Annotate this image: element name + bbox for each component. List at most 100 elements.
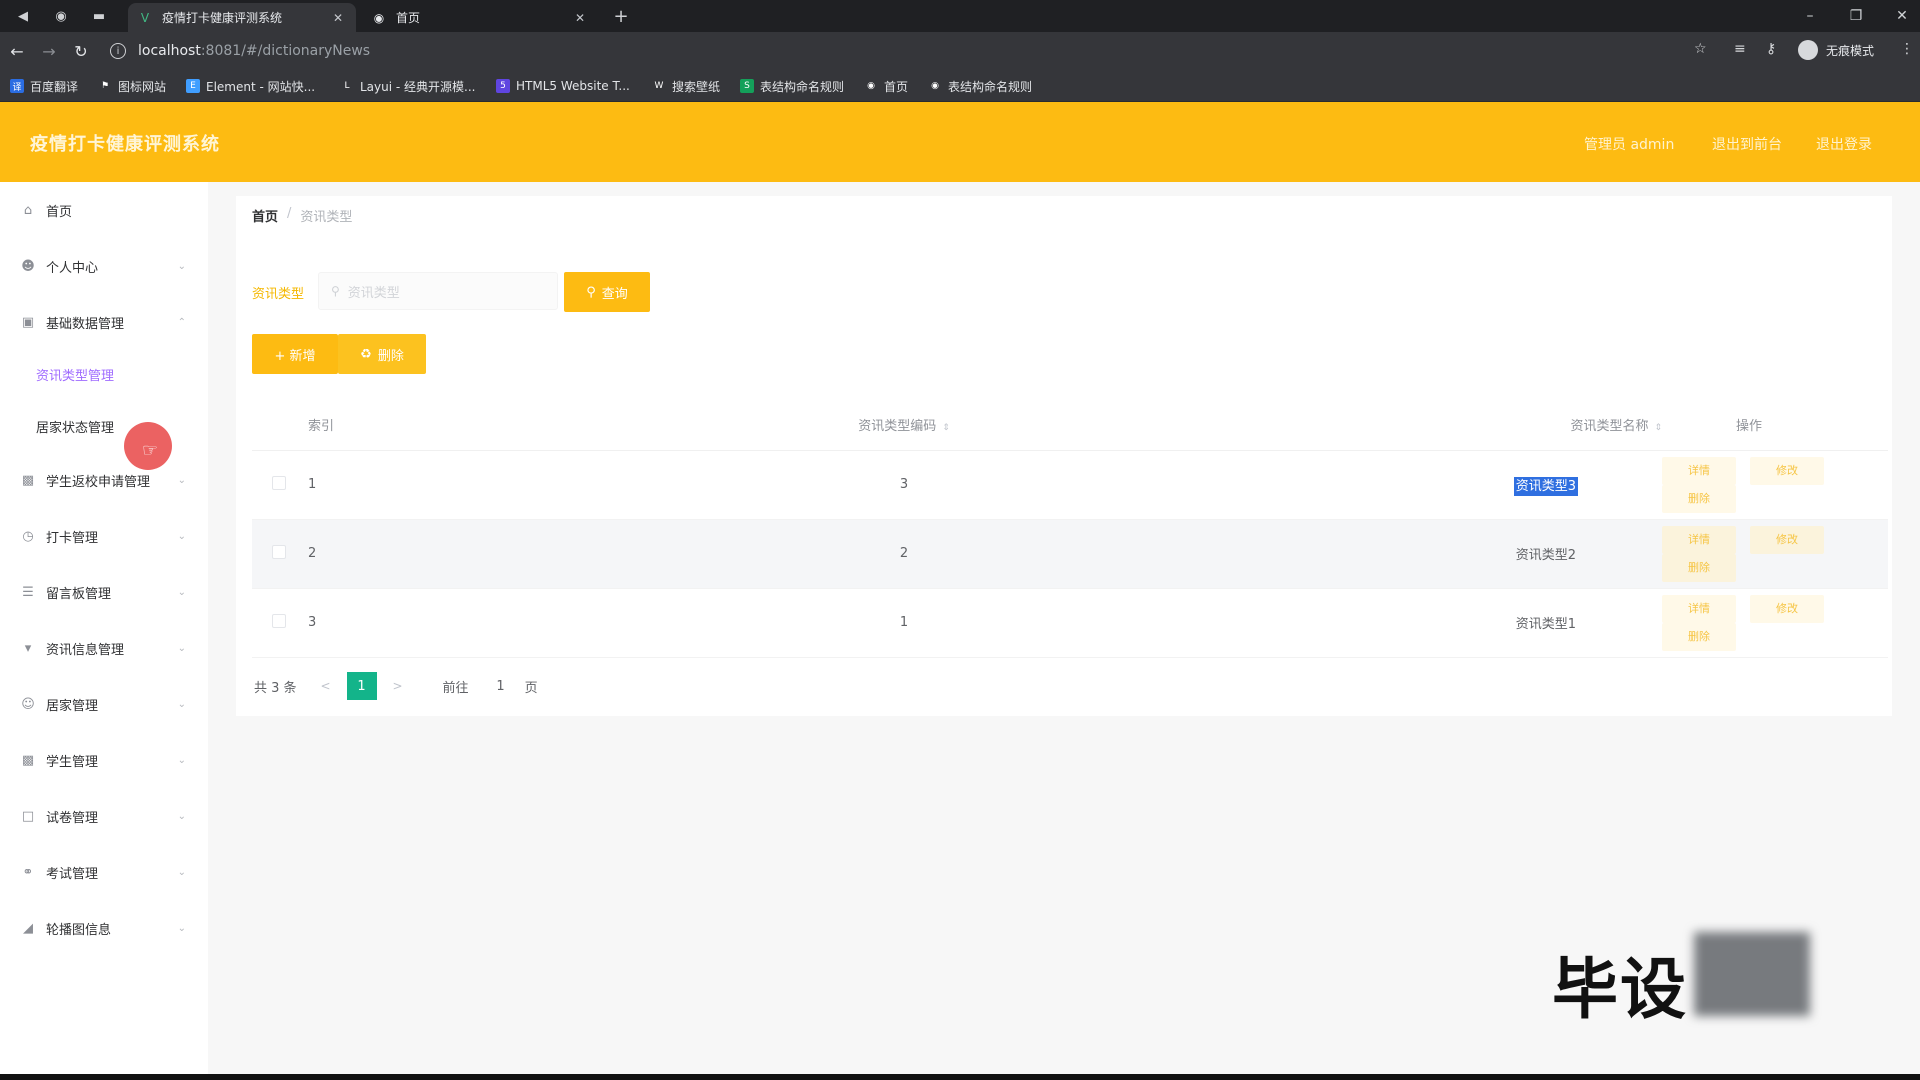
bookmark-item[interactable]: 5 HTML5 Website T... bbox=[496, 77, 630, 95]
chevron-down-icon: ⌄ bbox=[177, 260, 186, 272]
bookmark-item[interactable]: E Element - 网站快... bbox=[186, 77, 315, 95]
tab-title: 首页 bbox=[396, 11, 421, 25]
delete-button[interactable]: ♻ 删除 bbox=[338, 334, 426, 374]
table-row: 1 3 资讯类型3 详情 修改删除 bbox=[252, 450, 1888, 520]
bookmark-item[interactable]: ⚑ 图标网站 bbox=[98, 77, 166, 95]
bookmark-label: HTML5 Website T... bbox=[516, 79, 630, 93]
chevron-down-icon: ⌄ bbox=[177, 754, 186, 766]
restore-icon[interactable]: ❐ bbox=[1836, 4, 1876, 28]
globe-icon: ◉ bbox=[867, 81, 875, 91]
sidebar-item-news[interactable]: ▾ 资讯信息管理 ⌄ bbox=[0, 628, 208, 668]
browser-tab-active[interactable]: V 疫情打卡健康评测系统 ✕ bbox=[128, 3, 356, 32]
edit-button[interactable]: 修改 bbox=[1750, 525, 1824, 554]
detail-button[interactable]: 详情 bbox=[1662, 456, 1736, 485]
bookmark-label: Layui - 经典开源模... bbox=[360, 79, 476, 94]
sidebar-item-return-apply[interactable]: ▩ 学生返校申请管理 ⌄ bbox=[0, 460, 208, 500]
search-input[interactable]: ⚲ 资讯类型 bbox=[318, 272, 558, 310]
hand-cursor-icon: ☞ bbox=[142, 440, 159, 461]
sidebar-item-home[interactable]: ⌂ 首页 bbox=[0, 190, 208, 230]
sidebar-item-checkin[interactable]: ◷ 打卡管理 ⌄ bbox=[0, 516, 208, 556]
column-header-code[interactable]: 资讯类型编码 ⇕ bbox=[598, 400, 1210, 451]
page-number-active[interactable]: 1 bbox=[346, 672, 377, 700]
blurred-watermark bbox=[1694, 932, 1810, 1016]
sidebar-item-label: 居家管理 bbox=[46, 698, 99, 714]
bookmark-label: 首页 bbox=[884, 79, 909, 94]
new-tab-button[interactable]: + bbox=[612, 6, 630, 27]
edit-button[interactable]: 修改 bbox=[1750, 456, 1824, 485]
sidebar-item-home-manage[interactable]: ☺ 居家管理 ⌄ bbox=[0, 684, 208, 724]
row-checkbox[interactable] bbox=[272, 544, 286, 559]
sidebar-item-label: 轮播图信息 bbox=[46, 922, 112, 938]
reading-list-icon[interactable]: ≡ bbox=[1734, 41, 1746, 57]
cell-actions: 详情 修改删除 bbox=[1662, 519, 1888, 589]
window-close-icon[interactable]: ✕ bbox=[1882, 4, 1920, 28]
bookmark-label: 搜索壁纸 bbox=[672, 79, 721, 94]
next-page-button[interactable]: > bbox=[383, 672, 413, 700]
sidebar-item-students[interactable]: ▩ 学生管理 ⌄ bbox=[0, 740, 208, 780]
goto-page-input[interactable]: 1 bbox=[489, 679, 513, 694]
prev-page-button[interactable]: < bbox=[311, 672, 341, 700]
element-icon: E bbox=[186, 79, 200, 93]
row-checkbox[interactable] bbox=[272, 613, 286, 628]
detail-button[interactable]: 详情 bbox=[1662, 525, 1736, 554]
sort-icon[interactable]: ⇕ bbox=[1654, 423, 1662, 433]
data-table: 索引 资讯类型编码 ⇕ 资讯类型名称 ⇕ 操作 1 3 资讯类型3 详情 修改删除 2… bbox=[252, 400, 1888, 658]
sidebar-item-carousel[interactable]: ◢ 轮播图信息 ⌄ bbox=[0, 908, 208, 948]
more-menu-icon[interactable]: ⋮ bbox=[1900, 41, 1914, 57]
sidebar-item-profile[interactable]: ☻ 个人中心 ⌄ bbox=[0, 246, 208, 286]
close-tab-icon[interactable]: ✕ bbox=[330, 10, 346, 26]
cell-index: 2 bbox=[308, 519, 598, 589]
paper-icon: □ bbox=[21, 808, 35, 824]
breadcrumb-home[interactable]: 首页 bbox=[252, 206, 278, 225]
add-button[interactable]: + 新增 bbox=[252, 334, 338, 374]
reload-icon[interactable]: ↻ bbox=[70, 40, 92, 62]
chevron-down-icon: ⌄ bbox=[177, 922, 186, 934]
column-header-label: 资讯类型名称 bbox=[1570, 419, 1649, 435]
incognito-indicator[interactable]: 无痕模式 bbox=[1798, 40, 1874, 60]
row-checkbox-cell bbox=[252, 588, 308, 658]
key-icon[interactable]: ⚷ bbox=[1766, 41, 1776, 57]
clock-icon: ◷ bbox=[22, 528, 34, 544]
star-icon[interactable]: ☆ bbox=[1694, 41, 1707, 57]
minimize-icon[interactable]: – bbox=[1790, 4, 1830, 28]
bookmark-item[interactable]: S 表结构命名规则 bbox=[740, 77, 844, 95]
row-delete-button[interactable]: 删除 bbox=[1662, 553, 1736, 582]
column-header-name[interactable]: 资讯类型名称 ⇕ bbox=[1210, 400, 1662, 451]
bookmark-item[interactable]: ◉ 首页 bbox=[864, 77, 908, 95]
bookmark-item[interactable]: ◉ 表结构命名规则 bbox=[928, 77, 1032, 95]
table-row: 2 2 资讯类型2 详情 修改删除 bbox=[252, 519, 1888, 589]
data-icon: ▣ bbox=[21, 314, 35, 330]
pagination-total: 共 3 条 bbox=[254, 680, 297, 696]
cell-index: 3 bbox=[308, 588, 598, 658]
image-icon: ◢ bbox=[23, 920, 33, 936]
globe-icon[interactable]: ◉ bbox=[52, 7, 70, 25]
sidebar-item-papers[interactable]: □ 试卷管理 ⌄ bbox=[0, 796, 208, 836]
browser-tab[interactable]: ◉ 首页 ✕ bbox=[362, 3, 598, 32]
front-link[interactable]: 退出到前台 bbox=[1712, 134, 1782, 154]
sidebar-subitem-home-status[interactable]: 居家状态管理 bbox=[0, 408, 208, 444]
sidebar-item-exams[interactable]: ⚭ 考试管理 ⌄ bbox=[0, 852, 208, 892]
row-delete-button[interactable]: 删除 bbox=[1662, 484, 1736, 513]
forward-icon[interactable]: → bbox=[38, 40, 60, 62]
sort-icon[interactable]: ⇕ bbox=[942, 423, 950, 433]
sidebar-subitem-news-type[interactable]: 资讯类型管理 bbox=[0, 356, 208, 392]
mute-icon[interactable]: ◀ bbox=[14, 7, 32, 25]
logout-link[interactable]: 退出登录 bbox=[1816, 134, 1872, 154]
person-icon: ☺ bbox=[21, 696, 35, 712]
bookmark-label: 表结构命名规则 bbox=[760, 79, 845, 94]
back-icon[interactable]: ← bbox=[6, 40, 28, 62]
window-icon[interactable]: ▬ bbox=[90, 7, 108, 25]
row-checkbox[interactable] bbox=[272, 475, 286, 490]
close-tab-icon[interactable]: ✕ bbox=[572, 10, 588, 26]
sidebar-item-message-board[interactable]: ☰ 留言板管理 ⌄ bbox=[0, 572, 208, 612]
sidebar-item-base-data[interactable]: ▣ 基础数据管理 ⌃ bbox=[0, 302, 208, 342]
detail-button[interactable]: 详情 bbox=[1662, 594, 1736, 623]
bookmark-item[interactable]: 译百度翻译 bbox=[10, 77, 78, 95]
edit-button[interactable]: 修改 bbox=[1750, 594, 1824, 623]
bookmark-item[interactable]: W 搜索壁纸 bbox=[652, 77, 720, 95]
row-delete-button[interactable]: 删除 bbox=[1662, 622, 1736, 651]
site-info-icon[interactable]: i bbox=[110, 43, 126, 59]
url-field[interactable]: i localhost:8081/#/dictionaryNews bbox=[110, 38, 1710, 64]
search-button[interactable]: ⚲ 查询 bbox=[564, 272, 650, 312]
bookmark-item[interactable]: L Layui - 经典开源模... bbox=[340, 77, 475, 95]
